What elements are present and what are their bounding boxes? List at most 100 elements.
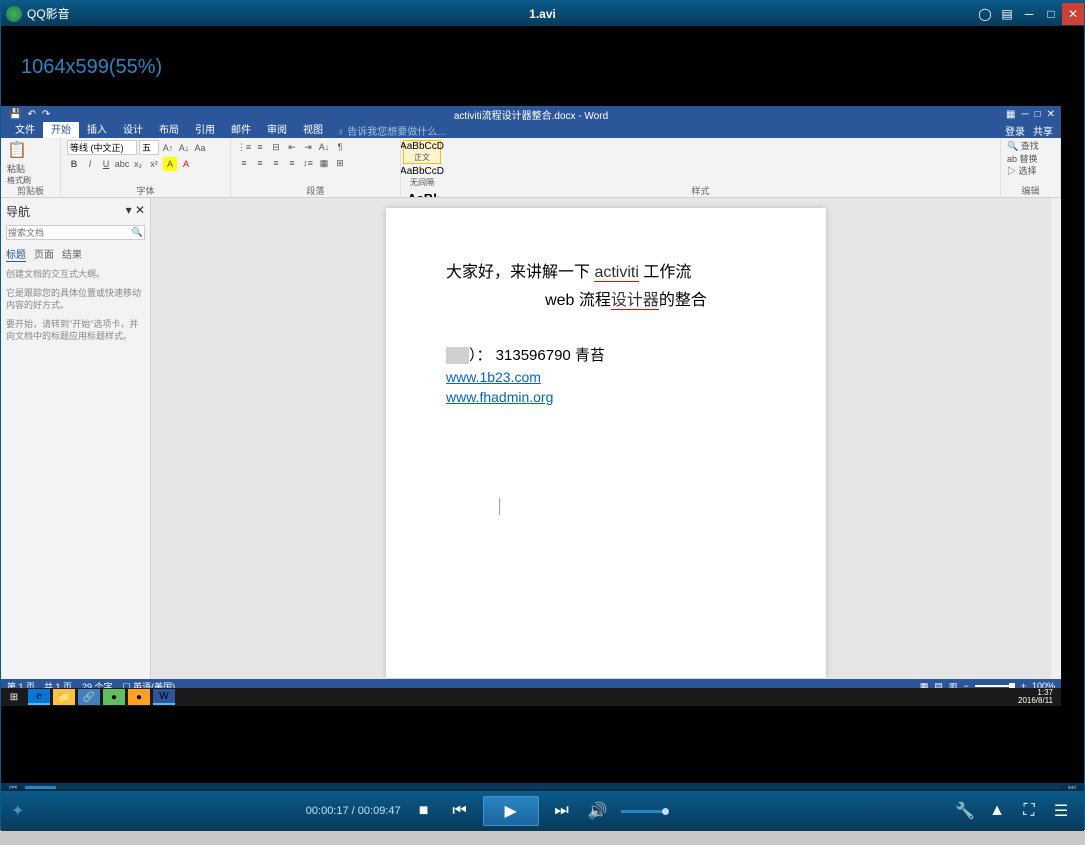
zoom-slider[interactable] (975, 685, 1015, 687)
multilevel-icon[interactable]: ⊟ (269, 140, 283, 154)
paragraph-group: ⋮≡ ≡ ⊟ ⇤ ⇥ A↓ ¶ ≡ ≡ ≡ ≡ (231, 138, 401, 197)
sign-in[interactable]: 登录 (1005, 123, 1025, 138)
clipboard-group: 📋 粘贴 格式刷 剪贴板 (1, 138, 61, 197)
nav-title: 导航 (6, 203, 30, 220)
qq-logo-icon (6, 6, 22, 22)
volume-slider[interactable] (621, 810, 671, 813)
share-button[interactable]: 共享 (1033, 123, 1053, 138)
sort-icon[interactable]: A↓ (317, 140, 331, 154)
player-controls: ✦ 00:00:17 / 00:09:47 ■ ⏮ ▶ ⏭ 🔊 🔧 ▲ ⛶ ☰ (1, 791, 1084, 831)
shading-icon[interactable]: ▦ (317, 156, 331, 170)
feedback-icon[interactable]: ◯ (974, 3, 996, 25)
seek-track[interactable] (25, 786, 1060, 789)
stop-button[interactable]: ■ (411, 798, 437, 824)
show-marks-icon[interactable]: ¶ (333, 140, 347, 154)
seek-next-icon[interactable]: ⏭ (1068, 782, 1076, 793)
word-taskbar-icon[interactable]: W (153, 689, 175, 705)
document-page[interactable]: 大家好，来讲解一下 activiti 工作流 web 流程设计器的整合 ）： 3… (386, 208, 826, 678)
increase-font-icon[interactable]: A↑ (161, 141, 175, 155)
app-icon-1[interactable]: 🔗 (78, 689, 100, 705)
style-正文[interactable]: AaBbCcD正文 (403, 140, 441, 164)
align-center-icon[interactable]: ≡ (253, 156, 267, 170)
seek-prev-icon[interactable]: ⏮ (9, 782, 17, 793)
app-icon-2[interactable]: ● (103, 689, 125, 705)
play-button[interactable]: ▶ (483, 796, 539, 826)
player-titlebar: QQ影音 1.avi ◯ ▤ ─ □ ✕ (1, 1, 1084, 26)
paste-button[interactable]: 📋 粘贴 (7, 140, 54, 175)
seek-bar[interactable]: ⏮ ⏭ (1, 783, 1084, 791)
word-close-button[interactable]: ✕ (1047, 109, 1055, 120)
playlist-icon[interactable]: ☰ (1048, 798, 1074, 824)
effects-icon[interactable]: ✦ (11, 801, 24, 821)
highlight-icon[interactable]: A (163, 157, 177, 171)
open-icon[interactable]: ▲ (984, 798, 1010, 824)
windows-taskbar: ⊞ e 📁 🔗 ● ● W 1:37 2016/8/11 (1, 688, 1061, 706)
clipboard-label: 剪贴板 (1, 185, 60, 197)
spell-error[interactable]: activiti (594, 264, 638, 282)
numbering-icon[interactable]: ≡ (253, 140, 267, 154)
taskbar-date[interactable]: 2016/8/11 (1018, 697, 1053, 705)
clear-format-icon[interactable]: Aa (193, 141, 207, 155)
link-fhadmin[interactable]: www.fhadmin.org (446, 389, 553, 405)
nav-close-icon[interactable]: ✕ (135, 203, 145, 217)
minimize-button[interactable]: ─ (1018, 3, 1040, 25)
previous-button[interactable]: ⏮ (447, 798, 473, 824)
decrease-indent-icon[interactable]: ⇤ (285, 140, 299, 154)
nav-dropdown-icon[interactable]: ▾ (126, 203, 132, 217)
font-label: 字体 (61, 185, 230, 197)
word-minimize-button[interactable]: ─ (1021, 109, 1028, 120)
link-1b23[interactable]: www.1b23.com (446, 369, 541, 385)
editing-group: 🔍 查找 ab 替换 ▷ 选择 编辑 (1001, 138, 1061, 197)
bold-icon[interactable]: B (67, 157, 81, 171)
ribbon-options-icon[interactable]: ▦ (1006, 109, 1015, 120)
maximize-button[interactable]: □ (1040, 3, 1062, 25)
justify-icon[interactable]: ≡ (285, 156, 299, 170)
select-button[interactable]: ▷ 选择 (1007, 165, 1054, 178)
next-button[interactable]: ⏭ (549, 798, 575, 824)
menu-icon[interactable]: ▤ (996, 3, 1018, 25)
editing-label: 编辑 (1001, 185, 1060, 197)
search-icon[interactable]: 🔍 (132, 227, 143, 238)
strike-icon[interactable]: abc (115, 157, 129, 171)
video-display[interactable]: 1064x599(55%) 💾 ↶ ↷ activiti流程设计器整合.docx… (1, 26, 1084, 783)
subscript-icon[interactable]: x₂ (131, 157, 145, 171)
redo-icon[interactable]: ↷ (42, 109, 50, 120)
close-button[interactable]: ✕ (1062, 3, 1084, 25)
explorer-icon[interactable]: 📁 (53, 689, 75, 705)
vertical-scrollbar[interactable] (1051, 198, 1061, 679)
font-color-icon[interactable]: A (179, 157, 193, 171)
undo-icon[interactable]: ↶ (27, 109, 35, 120)
app-icon-3[interactable]: ● (128, 689, 150, 705)
nav-tab-pages[interactable]: 页面 (34, 246, 54, 262)
styles-group: AaBbCcD正文AaBbCcD无间隔AaBl标题 1AaBbC标题 2AaBb… (401, 138, 1001, 197)
line-spacing-icon[interactable]: ↕≡ (301, 156, 315, 170)
font-family-select[interactable]: 等线 (中文正) (67, 140, 137, 155)
font-size-select[interactable]: 五 (139, 140, 159, 155)
fullscreen-icon[interactable]: ⛶ (1016, 798, 1042, 824)
start-button[interactable]: ⊞ (3, 689, 25, 705)
decrease-font-icon[interactable]: A↓ (177, 141, 191, 155)
volume-icon[interactable]: 🔊 (585, 798, 611, 824)
find-button[interactable]: 🔍 查找 (1007, 140, 1054, 153)
borders-icon[interactable]: ⊞ (333, 156, 347, 170)
word-maximize-button[interactable]: □ (1035, 109, 1041, 120)
ribbon-tabs: 文件 开始 插入 设计 布局 引用 邮件 审阅 视图 ♀ 告诉我您想要做什么..… (1, 122, 1061, 138)
align-right-icon[interactable]: ≡ (269, 156, 283, 170)
settings-icon[interactable]: 🔧 (952, 798, 978, 824)
tell-me[interactable]: 告诉我您想要做什么... (347, 127, 445, 138)
superscript-icon[interactable]: x² (147, 157, 161, 171)
spell-error-2[interactable]: 设计器 (611, 292, 659, 310)
nav-tab-results[interactable]: 结果 (62, 246, 82, 262)
document-area[interactable]: 大家好，来讲解一下 activiti 工作流 web 流程设计器的整合 ）： 3… (151, 198, 1061, 679)
underline-icon[interactable]: U (99, 157, 113, 171)
increase-indent-icon[interactable]: ⇥ (301, 140, 315, 154)
nav-search[interactable]: 🔍 (6, 225, 145, 240)
nav-tab-headings[interactable]: 标题 (6, 246, 26, 262)
align-left-icon[interactable]: ≡ (237, 156, 251, 170)
bullets-icon[interactable]: ⋮≡ (237, 140, 251, 154)
edge-icon[interactable]: e (28, 689, 50, 705)
nav-search-input[interactable] (8, 227, 132, 238)
save-icon[interactable]: 💾 (9, 109, 21, 120)
italic-icon[interactable]: I (83, 157, 97, 171)
replace-button[interactable]: ab 替换 (1007, 153, 1054, 166)
